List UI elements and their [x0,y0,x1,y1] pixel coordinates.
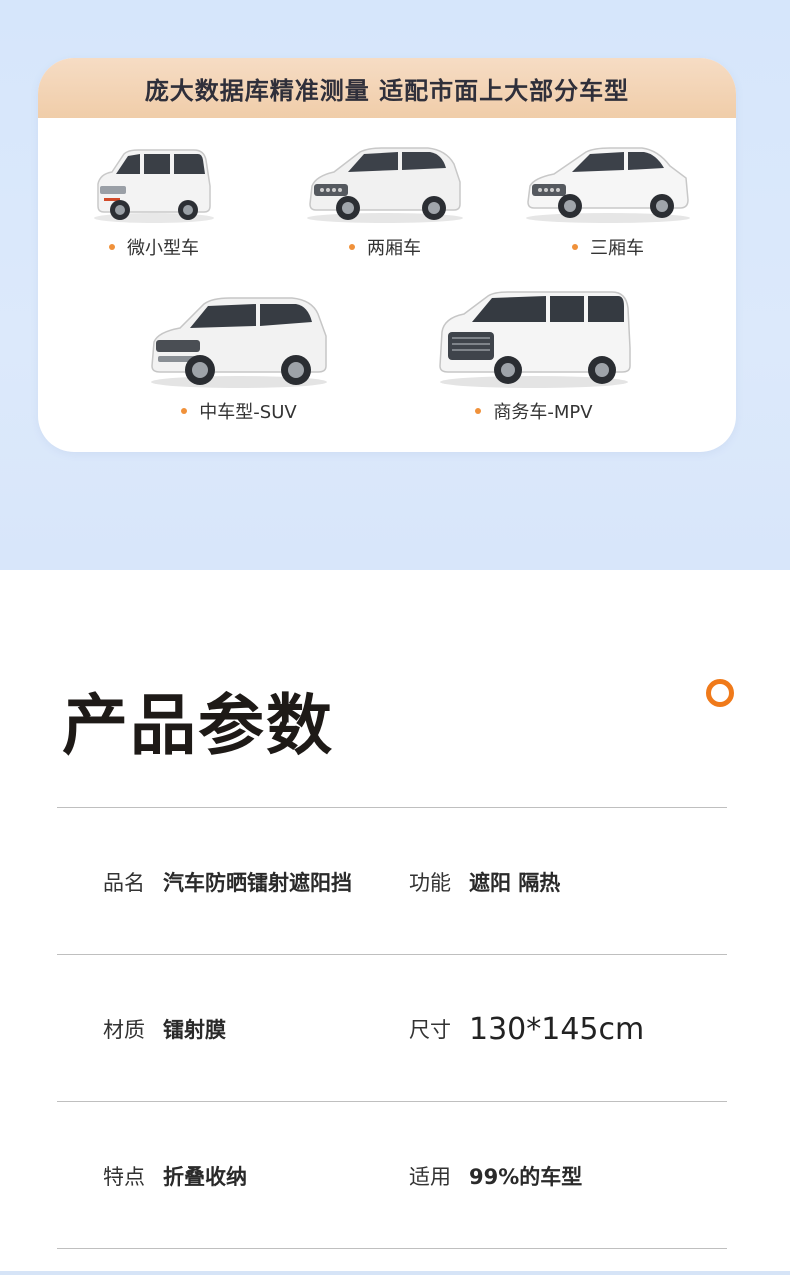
car-label: 中车型-SUV [199,402,297,423]
spec-row: 品名 汽车防晒镭射遮阳挡 功能 遮阳 隔热 [57,862,727,902]
hatchback-car-icon [307,147,463,223]
spec-value: 镭射膜 [163,1018,226,1042]
bullet-dot-icon [572,244,578,250]
spec-value: 99%的车型 [469,1165,583,1189]
spec-value: 遮阳 隔热 [469,871,561,895]
compatibility-card: 庞大数据库精准测量 适配市面上大部分车型 微小型车 两厢车 三厢车 中车型-SU… [38,58,736,452]
micro-car-icon [94,149,214,223]
spec-item: 特点 折叠收纳 [103,1156,247,1196]
car-item-micro: 微小型车 [90,146,218,260]
mpv-car-icon [439,291,631,388]
car-label: 三厢车 [590,238,644,259]
sedan-car-icon [526,147,690,223]
bottom-strip [0,1271,790,1275]
page-title: 产品参数 [62,687,334,764]
car-item-sedan: 三厢车 [520,142,696,260]
car-item-hatchback: 两厢车 [300,142,470,260]
spec-key: 材质 [103,1018,145,1042]
bullet-dot-icon [109,244,115,250]
bullet-dot-icon [349,244,355,250]
divider [57,954,727,955]
car-item-suv: 中车型-SUV [146,292,332,424]
suv-car-icon [151,297,327,388]
spec-item: 适用 99%的车型 [409,1156,582,1196]
spec-key: 功能 [409,871,451,895]
car-item-mpv: 商务车-MPV [434,288,634,424]
ring-icon [706,679,734,707]
divider [57,1101,727,1102]
car-label: 商务车-MPV [493,402,593,423]
car-label: 微小型车 [127,238,199,259]
bullet-dot-icon [475,408,482,414]
divider [57,1248,727,1249]
compatibility-section: 庞大数据库精准测量 适配市面上大部分车型 微小型车 两厢车 三厢车 中车型-SU… [0,0,790,570]
spec-key: 品名 [103,871,145,895]
spec-key: 尺寸 [409,1018,451,1042]
spec-row: 特点 折叠收纳 适用 99%的车型 [57,1156,727,1196]
spec-key: 适用 [409,1165,451,1189]
spec-value: 汽车防晒镭射遮阳挡 [163,871,352,895]
spec-value: 折叠收纳 [163,1165,247,1189]
spec-item: 功能 遮阳 隔热 [409,862,560,902]
car-label: 两厢车 [367,238,421,259]
card-header: 庞大数据库精准测量 适配市面上大部分车型 [38,58,736,118]
spec-item: 尺寸 130*145cm [409,1009,644,1049]
bullet-dot-icon [181,408,188,414]
spec-row: 材质 镭射膜 尺寸 130*145cm [57,1009,727,1049]
spec-item: 材质 镭射膜 [103,1009,226,1049]
spec-key: 特点 [103,1165,145,1189]
spec-item: 品名 汽车防晒镭射遮阳挡 [103,862,352,902]
divider [57,807,727,808]
spec-value: 130*145cm [469,1011,645,1047]
